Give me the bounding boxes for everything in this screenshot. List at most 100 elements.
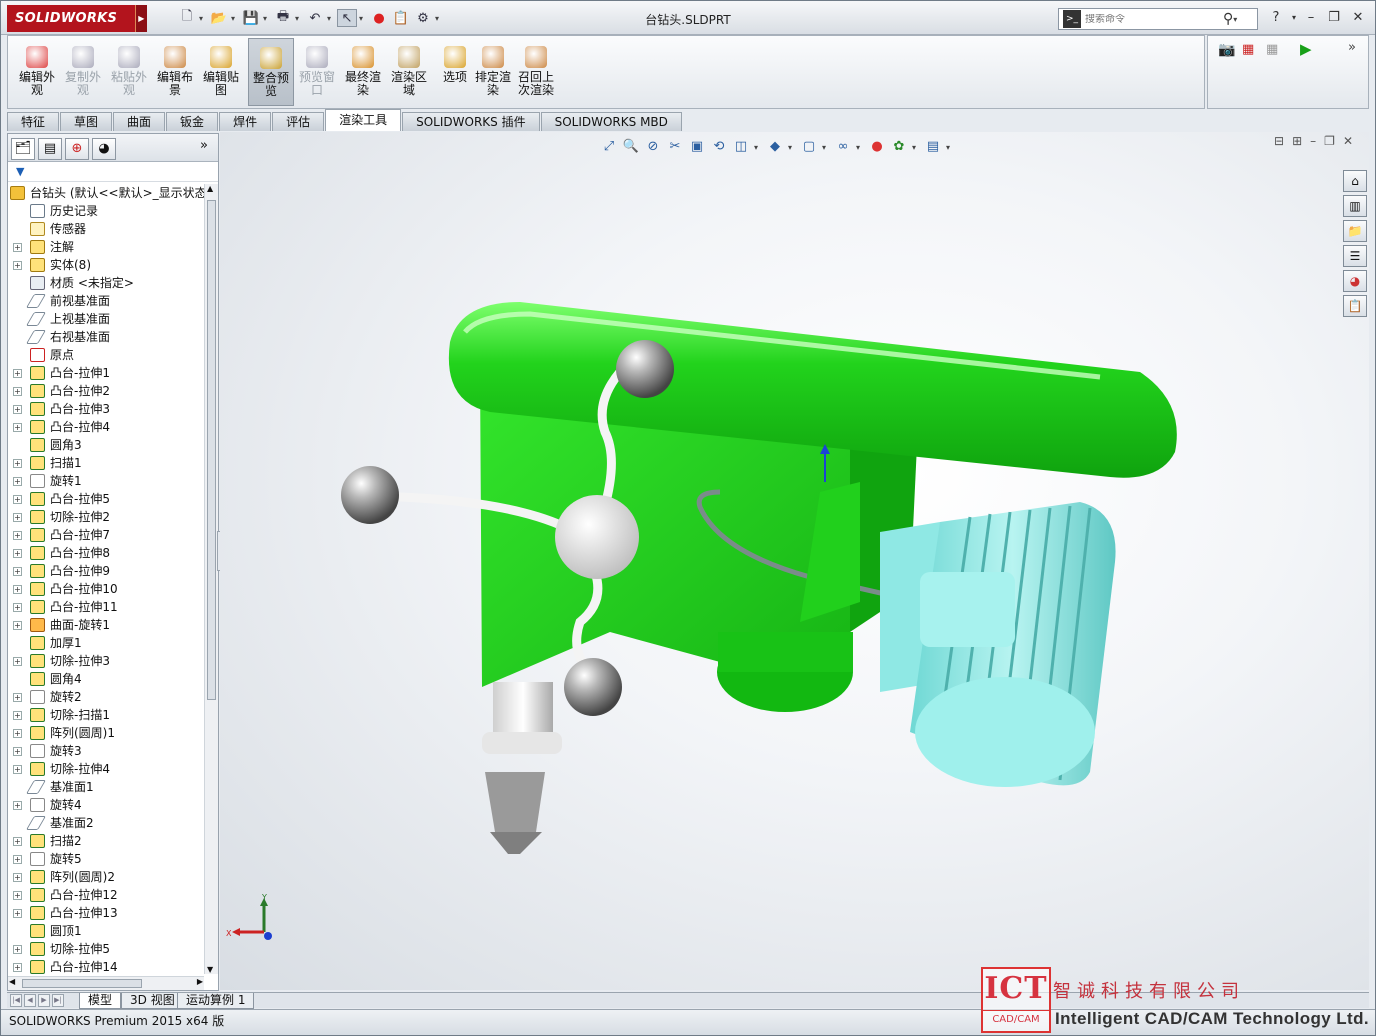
hide-show-items-icon[interactable]: ▢: [800, 138, 818, 156]
tree-item[interactable]: 加厚1: [8, 634, 204, 652]
render-disabled-icon[interactable]: ▦: [1266, 42, 1278, 57]
expand-toggle-icon[interactable]: +: [13, 243, 22, 252]
scrollbar-thumb[interactable]: [22, 979, 142, 988]
expand-toggle-icon[interactable]: +: [13, 891, 22, 900]
property-manager-tab-icon[interactable]: ▤: [38, 138, 62, 160]
dropdown-arrow-icon[interactable]: ▾: [263, 14, 271, 23]
filter-icon[interactable]: ▼: [8, 162, 218, 182]
rotate-view-icon[interactable]: ⟲: [710, 138, 728, 156]
expand-toggle-icon[interactable]: +: [13, 603, 22, 612]
close-icon[interactable]: ✕: [1348, 9, 1368, 27]
dropdown-arrow-icon[interactable]: ▾: [946, 143, 954, 152]
ribbon-button-4[interactable]: 编辑贴 图: [198, 38, 244, 106]
expand-chevron-icon[interactable]: »: [1348, 40, 1356, 55]
new-document-icon[interactable]: 🗋: [177, 9, 197, 27]
expand-toggle-icon[interactable]: +: [13, 837, 22, 846]
expand-toggle-icon[interactable]: +: [13, 531, 22, 540]
dropdown-arrow-icon[interactable]: ▾: [856, 143, 864, 152]
file-explorer-icon[interactable]: 📁: [1343, 220, 1367, 242]
expand-toggle-icon[interactable]: +: [13, 459, 22, 468]
prev-tab-icon[interactable]: ◀: [24, 994, 36, 1007]
rebuild-traffic-light-icon[interactable]: ●: [369, 9, 389, 27]
feature-tree-vertical-scrollbar[interactable]: ▲ ▼: [204, 184, 218, 974]
tree-item[interactable]: + 曲面-旋转1: [8, 616, 204, 634]
previous-view-icon[interactable]: ⊘: [644, 138, 662, 156]
tree-item[interactable]: 前视基准面: [8, 292, 204, 310]
tab-4[interactable]: 焊件: [219, 112, 272, 131]
tree-item[interactable]: + 凸台-拉伸7: [8, 526, 204, 544]
viewport-minimize-icon[interactable]: –: [1310, 134, 1316, 148]
tree-item[interactable]: + 旋转4: [8, 796, 204, 814]
zoom-to-area-icon[interactable]: 🔍: [622, 138, 640, 156]
ribbon-button-2[interactable]: 粘贴外 观: [106, 38, 152, 106]
tab-6[interactable]: 渲染工具: [325, 109, 402, 131]
tab-7[interactable]: SOLIDWORKS 插件: [402, 112, 540, 131]
scroll-left-icon[interactable]: ◀: [9, 977, 15, 986]
tree-item[interactable]: + 切除-拉伸4: [8, 760, 204, 778]
tree-item[interactable]: + 旋转2: [8, 688, 204, 706]
dropdown-arrow-icon[interactable]: ▾: [1233, 15, 1241, 24]
help-icon[interactable]: ?: [1266, 9, 1286, 27]
display-manager-tab-icon[interactable]: ◕: [92, 138, 116, 160]
tree-item[interactable]: + 切除-拉伸5: [8, 940, 204, 958]
first-tab-icon[interactable]: |◀: [10, 994, 22, 1007]
expand-toggle-icon[interactable]: +: [13, 423, 22, 432]
tile-horizontal-icon[interactable]: ⊟: [1274, 134, 1284, 148]
tile-vertical-icon[interactable]: ⊞: [1292, 134, 1302, 148]
feature-tree-horizontal-scrollbar[interactable]: ◀ ▶: [8, 976, 204, 990]
tab-8[interactable]: SOLIDWORKS MBD: [540, 112, 682, 131]
tree-item[interactable]: + 阵列(圆周)1: [8, 724, 204, 742]
open-folder-icon[interactable]: 📂: [209, 9, 229, 27]
expand-toggle-icon[interactable]: +: [13, 765, 22, 774]
expand-toggle-icon[interactable]: +: [13, 405, 22, 414]
tree-item[interactable]: + 凸台-拉伸4: [8, 418, 204, 436]
ribbon-button-11[interactable]: 召回上 次渲染: [513, 38, 559, 106]
last-tab-icon[interactable]: ▶|: [52, 994, 64, 1007]
zoom-to-fit-icon[interactable]: ⤢: [600, 138, 618, 156]
ribbon-button-0[interactable]: 编辑外 观: [14, 38, 60, 106]
tree-item[interactable]: 右视基准面: [8, 328, 204, 346]
graphics-area[interactable]: ⤢ 🔍 ⊘ ✂ ▣ ⟲ ◫ ▾ ◆ ▾ ▢ ▾ ∞ ▾ ● ✿ ▾ ▤ ▾ ⊟ ⊞ – ❐ …: [220, 132, 1369, 990]
drill-head-model[interactable]: [220, 132, 1369, 990]
tree-item[interactable]: + 凸台-拉伸2: [8, 382, 204, 400]
scrollbar-thumb[interactable]: [207, 200, 216, 700]
expand-toggle-icon[interactable]: +: [13, 945, 22, 954]
appearances-scenes-icon[interactable]: ◕: [1343, 270, 1367, 292]
dropdown-arrow-icon[interactable]: ▾: [231, 14, 239, 23]
tree-item[interactable]: + 实体(8): [8, 256, 204, 274]
play-icon[interactable]: ▶: [1300, 40, 1312, 58]
view-orientation-icon[interactable]: ◫: [732, 138, 750, 156]
tree-item[interactable]: + 凸台-拉伸8: [8, 544, 204, 562]
ribbon-button-5[interactable]: 整合预 览: [248, 38, 294, 106]
section-view-icon[interactable]: ✂: [666, 138, 684, 156]
select-pointer-icon[interactable]: ↖: [337, 9, 357, 27]
ribbon-button-6[interactable]: 预览窗 口: [294, 38, 340, 106]
expand-toggle-icon[interactable]: +: [13, 387, 22, 396]
expand-toggle-icon[interactable]: +: [13, 963, 22, 972]
tree-item[interactable]: + 凸台-拉伸12: [8, 886, 204, 904]
tree-root[interactable]: 台钻头 (默认<<默认>_显示状态: [8, 184, 204, 202]
tree-item[interactable]: 基准面2: [8, 814, 204, 832]
dropdown-arrow-icon[interactable]: ▾: [912, 143, 920, 152]
tree-item[interactable]: + 扫描2: [8, 832, 204, 850]
tab-2[interactable]: 曲面: [113, 112, 166, 131]
camera-icon[interactable]: 📷: [1218, 42, 1235, 58]
dropdown-arrow-icon[interactable]: ▾: [359, 14, 367, 23]
scroll-up-icon[interactable]: ▲: [207, 184, 213, 193]
minimize-icon[interactable]: –: [1301, 9, 1321, 27]
scroll-right-icon[interactable]: ▶: [197, 977, 203, 986]
next-tab-icon[interactable]: ▶: [38, 994, 50, 1007]
design-library-icon[interactable]: ▥: [1343, 195, 1367, 217]
logo-menu-arrow-icon[interactable]: ▶: [135, 5, 147, 32]
expand-toggle-icon[interactable]: +: [13, 909, 22, 918]
tree-item[interactable]: + 凸台-拉伸13: [8, 904, 204, 922]
tree-item[interactable]: + 切除-拉伸3: [8, 652, 204, 670]
render-icon[interactable]: ✿: [890, 138, 908, 156]
tree-item[interactable]: + 凸台-拉伸1: [8, 364, 204, 382]
tree-item[interactable]: 上视基准面: [8, 310, 204, 328]
display-style-icon[interactable]: ◆: [766, 138, 784, 156]
tree-item[interactable]: + 旋转3: [8, 742, 204, 760]
expand-panel-chevron-icon[interactable]: »: [200, 138, 208, 153]
custom-properties-icon[interactable]: 📋: [1343, 295, 1367, 317]
expand-toggle-icon[interactable]: +: [13, 801, 22, 810]
